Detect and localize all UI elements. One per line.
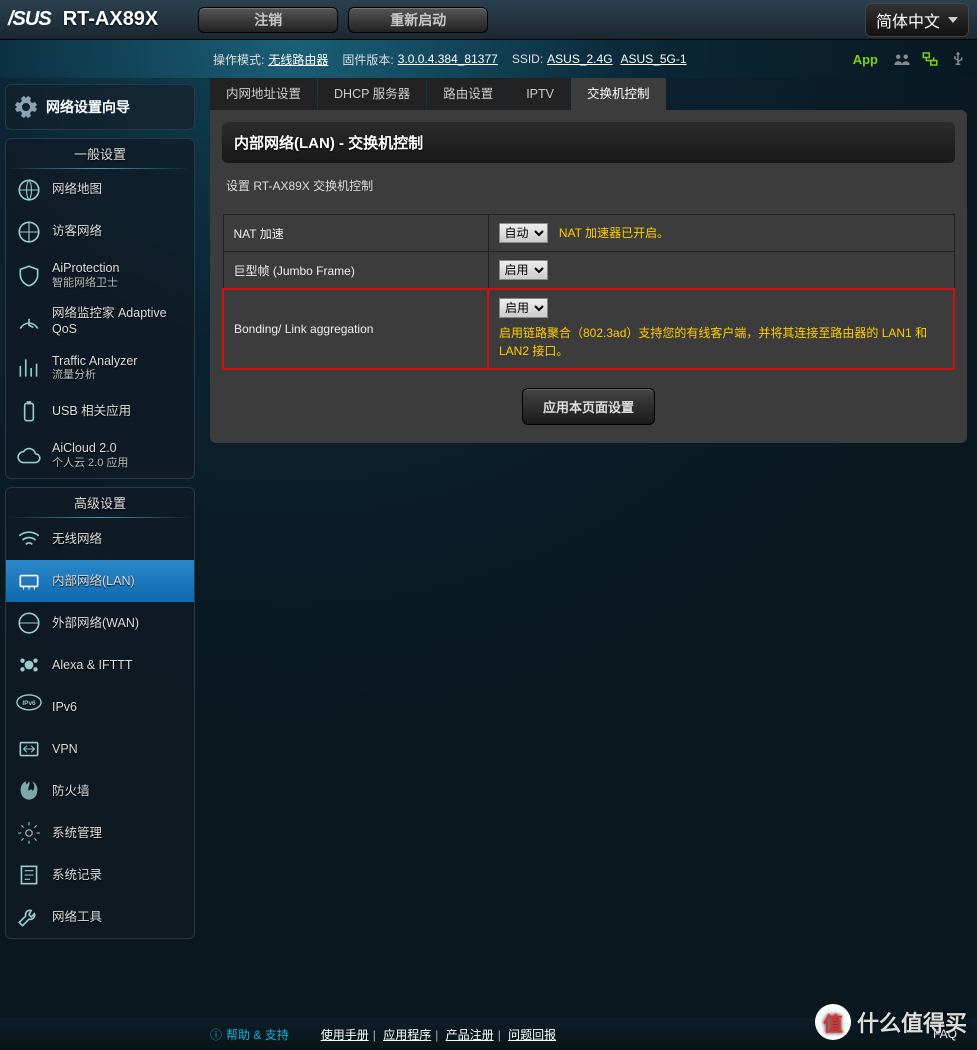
cloud-icon: [16, 443, 42, 469]
help-link[interactable]: 帮助 & 支持: [226, 1026, 289, 1043]
sidebar-item-tools[interactable]: 网络工具: [6, 896, 194, 938]
wrench-icon: [16, 904, 42, 930]
ssid-24g[interactable]: ASUS_2.4G: [547, 52, 612, 66]
wifi-icon: [16, 526, 42, 552]
status-bar: 操作模式: 无线路由器 固件版本: 3.0.0.4.384_81377 SSID…: [0, 40, 977, 78]
chevron-down-icon: [948, 17, 958, 23]
general-header: 一般设置: [6, 139, 194, 168]
nat-label: NAT 加速: [223, 215, 488, 252]
language-selector[interactable]: 简体中文: [865, 3, 969, 37]
tab-dhcp[interactable]: DHCP 服务器: [318, 78, 426, 110]
header-bar: /SUS RT-AX89X 注销 重新启动 简体中文: [0, 0, 977, 40]
bonding-select[interactable]: 启用: [499, 298, 548, 318]
gauge-icon: [16, 309, 42, 335]
clients-icon[interactable]: [893, 50, 911, 68]
sidebar-item-traffic-analyzer[interactable]: Traffic Analyzer流量分析: [6, 346, 194, 391]
nat-row: NAT 加速 自动 NAT 加速器已开启。: [223, 215, 954, 252]
op-mode-label: 操作模式:: [213, 51, 264, 68]
bonding-row: Bonding/ Link aggregation 启用 启用链路聚合（802.…: [223, 289, 954, 369]
panel-description: 设置 RT-AX89X 交换机控制: [222, 163, 955, 208]
settings-table: NAT 加速 自动 NAT 加速器已开启。 巨型帧 (Jumbo Frame) …: [222, 214, 955, 370]
sidebar-item-aiprotection[interactable]: AiProtection智能网络卫士: [6, 253, 194, 298]
tab-route[interactable]: 路由设置: [427, 78, 509, 110]
fw-label: 固件版本:: [342, 51, 393, 68]
sidebar-item-network-map[interactable]: 网络地图: [6, 169, 194, 211]
chart-icon: [16, 355, 42, 381]
footer-links: 使用手册| 应用程序| 产品注册| 问题回报: [319, 1026, 558, 1043]
bonding-label: Bonding/ Link aggregation: [223, 289, 488, 369]
usb-stick-icon: [16, 399, 42, 425]
manual-link[interactable]: 使用手册: [321, 1028, 369, 1042]
sidebar: 网络设置向导 一般设置 网络地图 访客网络 AiProtection智能网络卫士…: [0, 78, 200, 1018]
sidebar-item-wan[interactable]: 外部网络(WAN): [6, 602, 194, 644]
bonding-hint: 启用链路聚合（802.3ad）支持您的有线客户端，并将其连接至路由器的 LAN1…: [499, 324, 943, 360]
sidebar-item-vpn[interactable]: VPN: [6, 728, 194, 770]
ssid-5g[interactable]: ASUS_5G-1: [621, 52, 687, 66]
globe-share-icon: [16, 219, 42, 245]
panel-title: 内部网络(LAN) - 交换机控制: [222, 122, 955, 163]
nat-hint: NAT 加速器已开启。: [559, 226, 669, 240]
logout-button[interactable]: 注销: [198, 7, 338, 33]
shield-icon: [16, 263, 42, 289]
ipv6-icon: IPv6: [16, 694, 42, 720]
sidebar-item-guest-network[interactable]: 访客网络: [6, 211, 194, 253]
op-mode-value[interactable]: 无线路由器: [268, 51, 328, 68]
sidebar-item-wireless[interactable]: 无线网络: [6, 518, 194, 560]
feedback-link[interactable]: 问题回报: [508, 1028, 556, 1042]
fw-version[interactable]: 3.0.0.4.384_81377: [398, 52, 498, 66]
jumbo-row: 巨型帧 (Jumbo Frame) 启用: [223, 252, 954, 290]
main-content: 内网地址设置 DHCP 服务器 路由设置 IPTV 交换机控制 内部网络(LAN…: [200, 78, 977, 1018]
jumbo-label: 巨型帧 (Jumbo Frame): [223, 252, 488, 290]
help-icon: ⓘ: [210, 1026, 222, 1043]
advanced-header: 高级设置: [6, 488, 194, 517]
sidebar-item-alexa[interactable]: Alexa & IFTTT: [6, 644, 194, 686]
tab-bar: 内网地址设置 DHCP 服务器 路由设置 IPTV 交换机控制: [210, 78, 967, 110]
globe-icon: [16, 177, 42, 203]
tab-switch-control[interactable]: 交换机控制: [571, 78, 666, 110]
watermark-text: 什么值得买: [857, 1006, 967, 1038]
wizard-label: 网络设置向导: [46, 97, 130, 117]
register-link[interactable]: 产品注册: [446, 1028, 494, 1042]
settings-icon: [16, 820, 42, 846]
sidebar-item-qos[interactable]: 网络监控家 Adaptive QoS: [6, 298, 194, 345]
brand-logo: /SUS: [8, 8, 51, 31]
svg-text:IPv6: IPv6: [22, 701, 36, 708]
general-group: 一般设置 网络地图 访客网络 AiProtection智能网络卫士 网络监控家 …: [5, 138, 195, 479]
app-link[interactable]: App: [853, 52, 878, 67]
language-label: 简体中文: [876, 8, 940, 32]
settings-panel: 内部网络(LAN) - 交换机控制 设置 RT-AX89X 交换机控制 NAT …: [210, 110, 967, 443]
sidebar-item-log[interactable]: 系统记录: [6, 854, 194, 896]
sidebar-item-administration[interactable]: 系统管理: [6, 812, 194, 854]
vpn-icon: [16, 736, 42, 762]
model-name: RT-AX89X: [63, 8, 159, 31]
tab-iptv[interactable]: IPTV: [510, 78, 570, 110]
sidebar-item-aicloud[interactable]: AiCloud 2.0个人云 2.0 应用: [6, 433, 194, 478]
ssid-label: SSID:: [512, 52, 543, 66]
fire-icon: [16, 778, 42, 804]
advanced-group: 高级设置 无线网络 内部网络(LAN) 外部网络(WAN) Alexa & IF…: [5, 487, 195, 939]
ethernet-icon: [16, 568, 42, 594]
utility-link[interactable]: 应用程序: [383, 1028, 431, 1042]
sidebar-item-usb[interactable]: USB 相关应用: [6, 391, 194, 433]
globe-wan-icon: [16, 610, 42, 636]
sidebar-item-lan[interactable]: 内部网络(LAN): [6, 560, 194, 602]
log-icon: [16, 862, 42, 888]
apply-button[interactable]: 应用本页面设置: [522, 388, 655, 425]
tab-lan-ip[interactable]: 内网地址设置: [210, 78, 317, 110]
reboot-button[interactable]: 重新启动: [348, 7, 488, 33]
network-icon[interactable]: [921, 50, 939, 68]
jumbo-select[interactable]: 启用: [499, 260, 548, 280]
nat-select[interactable]: 自动: [499, 223, 548, 243]
sidebar-item-ipv6[interactable]: IPv6IPv6: [6, 686, 194, 728]
watermark-icon: 值: [815, 1004, 851, 1040]
gear-icon: [14, 95, 38, 119]
voice-icon: [16, 652, 42, 678]
watermark: 值 什么值得买: [815, 1004, 967, 1040]
wizard-button[interactable]: 网络设置向导: [5, 84, 195, 130]
usb-icon[interactable]: [949, 50, 967, 68]
sidebar-item-firewall[interactable]: 防火墙: [6, 770, 194, 812]
